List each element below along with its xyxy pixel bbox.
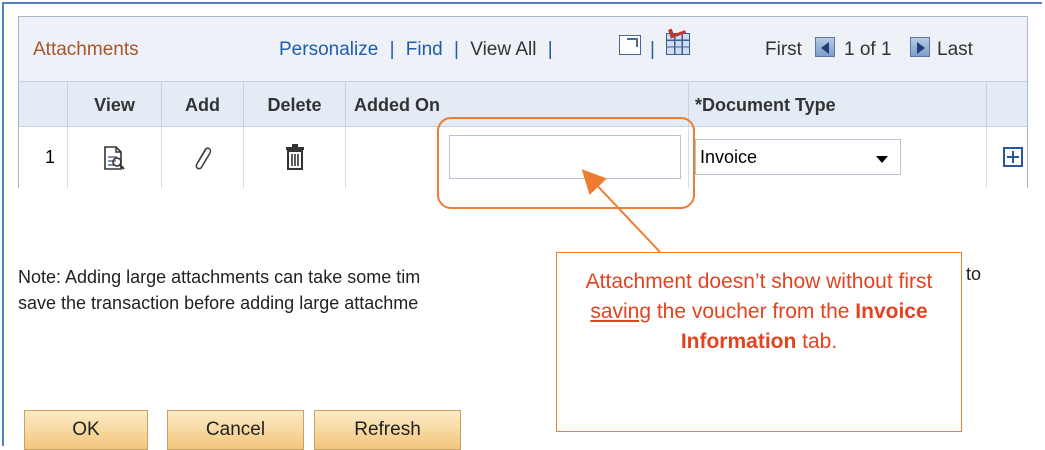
- callout-underline: saving: [590, 300, 652, 323]
- callout-text: Attachment doesn’t show without first: [585, 270, 933, 293]
- ok-button[interactable]: OK: [24, 410, 148, 450]
- refresh-button[interactable]: Refresh: [314, 410, 461, 450]
- cancel-button[interactable]: Cancel: [167, 410, 304, 450]
- callout-box: Attachment doesn’t show without first sa…: [556, 252, 962, 432]
- callout-text: the voucher from the: [651, 300, 856, 323]
- callout-text: tab.: [796, 330, 838, 353]
